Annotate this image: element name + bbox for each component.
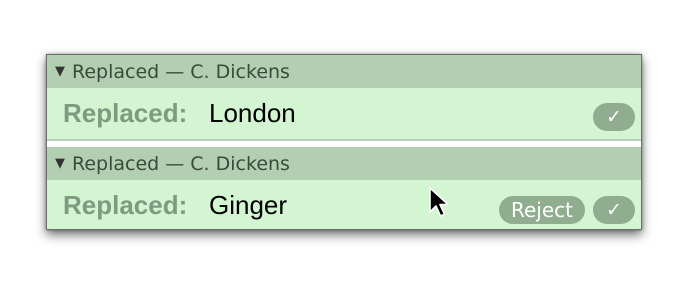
checkmark-icon: ✓ <box>606 106 622 128</box>
change-value: London <box>209 98 296 128</box>
change-header-text: Replaced — C. Dickens <box>72 152 290 175</box>
accept-button[interactable]: ✓ <box>593 196 635 224</box>
change-header[interactable]: ▼ Replaced — C. Dickens <box>47 147 641 180</box>
change-header[interactable]: ▼ Replaced — C. Dickens <box>47 55 641 88</box>
disclosure-triangle-icon[interactable]: ▼ <box>55 156 68 171</box>
accept-button[interactable]: ✓ <box>593 103 635 131</box>
change-type-label: Replaced: <box>63 98 188 128</box>
change-tracking-popup: ▼ Replaced — C. Dickens Replaced: London… <box>46 54 642 230</box>
checkmark-icon: ✓ <box>606 199 622 221</box>
mouse-pointer-icon <box>429 187 449 217</box>
change-body: Replaced: Ginger Reject ✓ <box>47 180 641 229</box>
change-item-ginger: ▼ Replaced — C. Dickens Replaced: Ginger… <box>47 147 641 229</box>
disclosure-triangle-icon[interactable]: ▼ <box>55 64 68 79</box>
change-type-label: Replaced: <box>63 190 188 220</box>
change-header-text: Replaced — C. Dickens <box>72 60 290 83</box>
change-item-london: ▼ Replaced — C. Dickens Replaced: London… <box>47 55 641 141</box>
change-body: Replaced: London ✓ <box>47 88 641 141</box>
reject-button[interactable]: Reject <box>498 196 585 224</box>
change-value: Ginger <box>209 190 288 220</box>
